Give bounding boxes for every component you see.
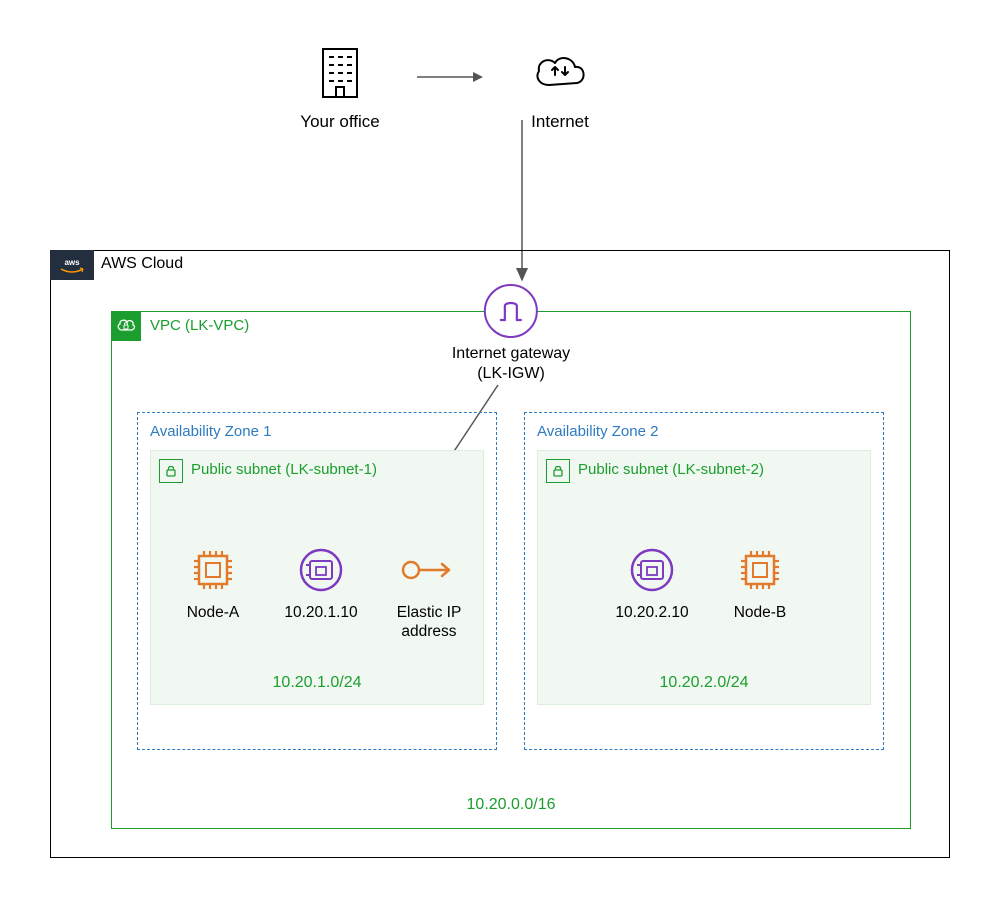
node-a: Node-A (169, 546, 257, 623)
az1-label: Availability Zone 1 (150, 423, 484, 440)
node-b-label: Node-B (734, 604, 787, 623)
public-subnet-2: Public subnet (LK-subnet-2) (537, 450, 871, 705)
eni-icon (298, 546, 344, 594)
internet-gateway-icon (484, 284, 538, 338)
availability-zone-2: Availability Zone 2 Public subnet (LK-su… (524, 412, 884, 750)
aws-cloud-container: aws AWS Cloud VPC (LK-VPC) (50, 250, 950, 858)
internet-cloud-icon (531, 45, 589, 100)
arrow-right-icon (415, 67, 485, 87)
node-b: Node-B (716, 546, 804, 623)
internet-node: Internet (505, 45, 615, 132)
ec2-instance-icon (190, 546, 236, 594)
subnet1-cidr: 10.20.1.0/24 (151, 674, 483, 692)
igw-label: Internet gateway (LK-IGW) (448, 344, 574, 384)
igw-name: (LK-IGW) (477, 365, 545, 382)
public-subnet-1: Public subnet (LK-subnet-1) (150, 450, 484, 705)
igw-title: Internet gateway (452, 345, 570, 362)
eni2-ip: 10.20.2.10 (615, 604, 688, 623)
office-label: Your office (300, 112, 379, 132)
subnet-lock-icon (546, 459, 570, 483)
aws-cloud-label: AWS Cloud (101, 255, 183, 273)
az2-label: Availability Zone 2 (537, 423, 871, 440)
ec2-instance-icon (737, 546, 783, 594)
vpc-container: VPC (LK-VPC) Internet gateway (LK-IGW) (111, 311, 911, 829)
svg-text:aws: aws (64, 258, 80, 267)
elastic-ip-icon (399, 546, 459, 594)
eni1-ip: 10.20.1.10 (284, 604, 357, 623)
eni-icon (629, 546, 675, 594)
subnet-lock-icon (159, 459, 183, 483)
vpc-label: VPC (LK-VPC) (150, 317, 249, 334)
internet-label: Internet (531, 112, 589, 132)
elastic-ip: Elastic IP address (385, 546, 473, 641)
internet-gateway: Internet gateway (LK-IGW) (448, 284, 574, 384)
eip-label: Elastic IP address (397, 604, 462, 641)
vpc-badge-icon (111, 311, 141, 341)
node-a-label: Node-A (187, 604, 240, 623)
subnet2-cidr: 10.20.2.0/24 (538, 674, 870, 692)
eni-1: 10.20.1.10 (277, 546, 365, 623)
eni-2: 10.20.2.10 (608, 546, 696, 623)
aws-architecture-diagram: Your office Internet aws (20, 20, 980, 891)
subnet2-label: Public subnet (LK-subnet-2) (578, 461, 764, 478)
aws-logo-icon: aws (50, 250, 94, 280)
availability-zone-1: Availability Zone 1 Public subnet (LK-su… (137, 412, 497, 750)
office-building-icon (319, 45, 361, 100)
office-node: Your office (285, 45, 395, 132)
subnet1-label: Public subnet (LK-subnet-1) (191, 461, 377, 478)
vpc-cidr: 10.20.0.0/16 (112, 796, 910, 814)
